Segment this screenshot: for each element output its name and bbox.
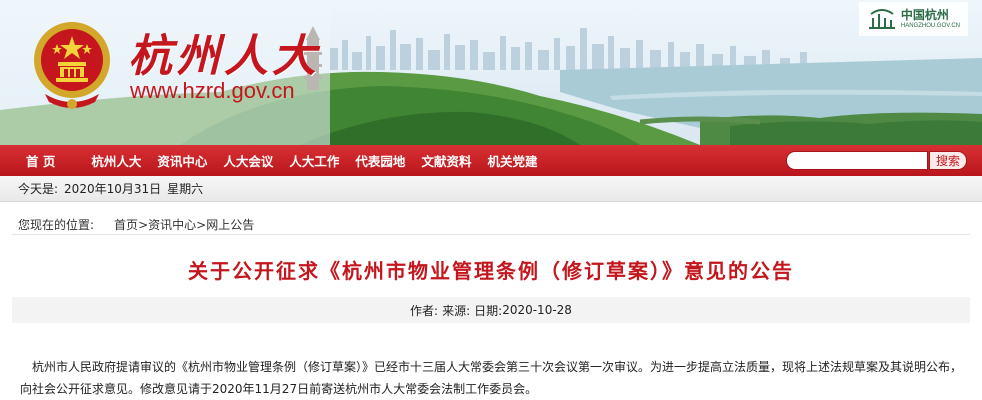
nav-npc-meetings[interactable]: 人大会议	[215, 145, 281, 176]
breadcrumb-home[interactable]: 首页	[114, 216, 138, 233]
breadcrumb-announcements[interactable]: 网上公告	[206, 216, 254, 233]
meta-date-label: 日期:	[474, 303, 503, 318]
site-url[interactable]: www.hzrd.gov.cn	[130, 78, 295, 104]
current-weekday: 星期六	[167, 182, 204, 196]
article-body: 杭州市人民政府提请审议的《杭州市物业管理条例（修订草案）》已经市十三届人大常委会…	[20, 360, 963, 396]
national-emblem-icon	[34, 22, 110, 109]
search-input[interactable]	[786, 151, 928, 170]
date-label: 今天是:	[18, 182, 59, 196]
article-title: 关于公开征求《杭州市物业管理条例（修订草案）》意见的公告	[188, 259, 794, 283]
nav-npc-work[interactable]: 人大工作	[281, 145, 347, 176]
article-meta: 作者: 来源: 日期: 2020-10-28	[12, 297, 970, 323]
nav-party-building[interactable]: 机关党建	[479, 145, 545, 176]
site-name-logo[interactable]: 杭州人大	[128, 20, 320, 84]
nav-home[interactable]: 首 页	[18, 145, 83, 176]
current-date: 2020年10月31日	[64, 182, 162, 196]
breadcrumb-separator: >	[138, 217, 149, 232]
nav-news-center[interactable]: 资讯中心	[149, 145, 215, 176]
hangzhou-gov-logo[interactable]: 中国杭州 HANGZHOU.GOV.CN	[858, 2, 968, 36]
meta-source-label: 来源:	[442, 303, 471, 318]
main-nav: 首 页 杭州人大 资讯中心 人大会议 人大工作 代表园地 文献资料 机关党建 搜…	[0, 145, 982, 176]
nav-hangzhou-npc[interactable]: 杭州人大	[83, 145, 149, 176]
header-banner: 杭州人大 www.hzrd.gov.cn 中国杭州 HANGZHOU.GOV.C…	[0, 0, 982, 145]
breadcrumb-separator: >	[196, 217, 207, 232]
hangzhou-logo-icon	[868, 9, 895, 29]
breadcrumb-news-center[interactable]: 资讯中心	[148, 216, 196, 233]
search-button[interactable]: 搜索	[929, 151, 967, 170]
nav-documents[interactable]: 文献资料	[413, 145, 479, 176]
meta-author-label: 作者:	[410, 303, 439, 318]
partner-subtitle: HANGZHOU.GOV.CN	[900, 23, 960, 29]
date-bar: 今天是: 2020年10月31日 星期六	[0, 176, 982, 202]
breadcrumb-label: 您现在的位置:	[18, 218, 95, 232]
breadcrumb: 您现在的位置: 首页 > 资讯中心 > 网上公告	[12, 215, 970, 235]
partner-name: 中国杭州	[900, 8, 949, 22]
meta-date: 2020-10-28	[502, 303, 572, 317]
nav-deputies[interactable]: 代表园地	[347, 145, 413, 176]
